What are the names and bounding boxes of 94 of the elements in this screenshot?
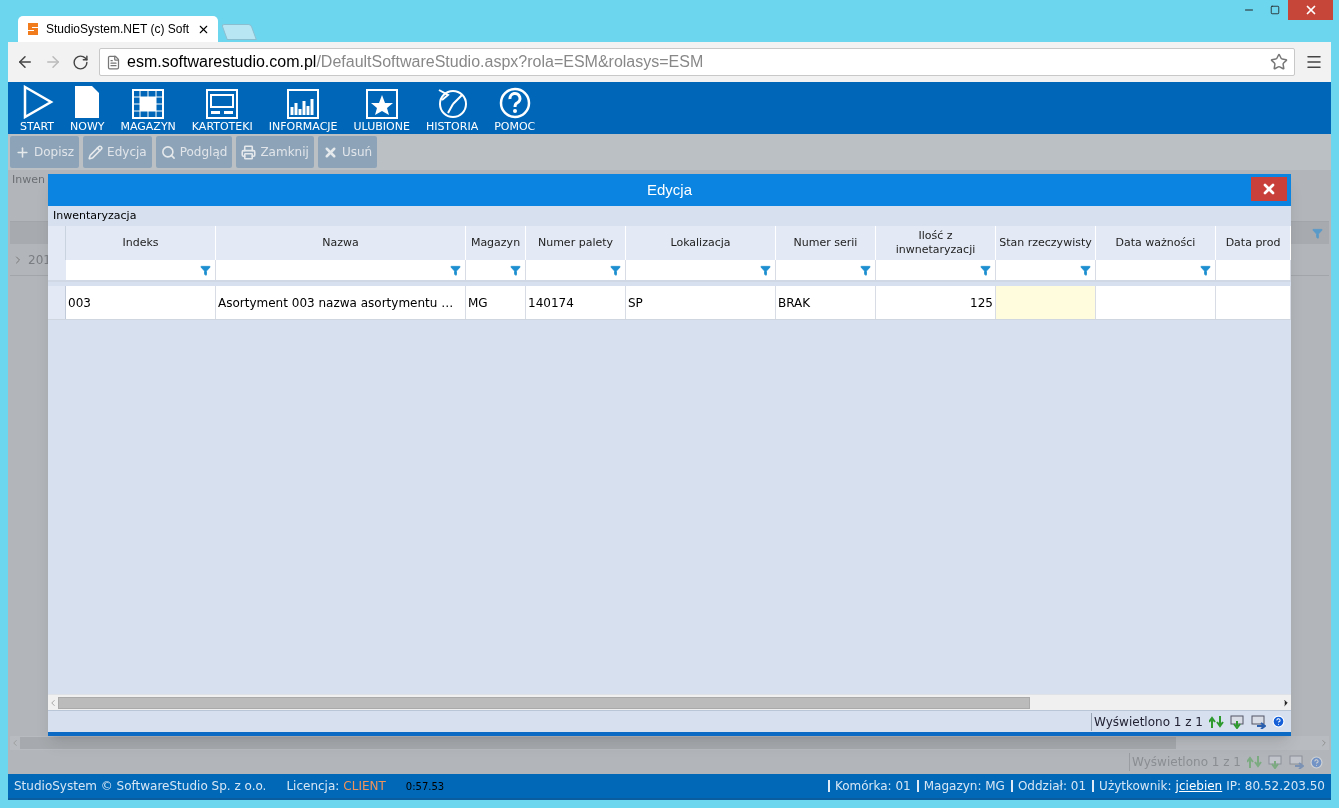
column-header[interactable]: Numer serii [776,226,876,260]
filter-icon[interactable] [760,264,771,276]
dialog-close-button[interactable] [1251,177,1287,201]
page-icon [106,54,121,70]
help-icon[interactable] [1272,715,1285,728]
menu-button[interactable]: START [14,84,60,134]
menu-button[interactable]: HISTORIA [419,84,485,134]
filter-field[interactable] [1216,260,1291,280]
menu-button[interactable]: POMOC [488,84,542,134]
dialog-title: Edycja [647,179,692,200]
filter-icon[interactable] [510,264,521,276]
input-field[interactable] [996,286,1096,319]
filter-icon[interactable] [980,264,991,276]
filter-icon[interactable] [450,264,461,276]
grid-caption: Inwen [11,172,46,188]
user-label: Użytkownik: [1092,780,1172,792]
column-header[interactable]: Magazyn [466,226,526,260]
filter-icon[interactable] [200,264,211,276]
status-item: Magazyn: MG [916,780,1005,792]
back-icon[interactable] [16,53,34,71]
table-cell: 140174 [526,286,626,319]
filter-icon[interactable] [1080,264,1091,276]
table-cell: 003 [66,286,216,319]
license-label: Licencja: [286,778,340,795]
page-icon [74,85,101,119]
logo-icon [26,21,40,37]
column-header[interactable]: Data prod [1216,226,1291,260]
ip-text: IP: 80.52.203.50 [1226,778,1325,795]
column-header[interactable]: Lokalizacja [626,226,776,260]
horizontal-scrollbar[interactable] [48,694,1291,710]
filter-field[interactable] [216,260,466,280]
license-value: CLIENT [343,778,386,795]
close-icon [1261,181,1277,197]
bookmark-star-icon[interactable] [1270,53,1288,71]
window-close-button[interactable] [1288,0,1333,20]
bar-chart-icon [287,89,320,119]
user-link[interactable]: jciebien [1175,777,1223,795]
search-icon [160,144,176,160]
scroll-right-icon[interactable] [1281,697,1291,708]
record-count: Wyświetlono 1 z 1 [1091,712,1203,731]
star-window-icon [365,89,398,119]
filter-field[interactable] [996,260,1096,280]
reload-icon[interactable] [72,53,89,71]
window-icon [206,89,239,119]
maximize-icon [1270,5,1280,15]
export-down-icon[interactable] [1268,755,1283,769]
filter-field[interactable] [776,260,876,280]
filter-field[interactable] [1096,260,1216,280]
help-icon [498,87,531,119]
new-tab-button[interactable] [221,24,257,40]
export-down-icon[interactable] [1230,714,1245,729]
status-item: Komórka: 01 [827,780,911,792]
browser-tab[interactable]: StudioSystem.NET (c) Soft [18,16,218,42]
table-cell: MG [466,286,526,319]
tab-title: StudioSystem.NET (c) Soft [46,21,191,38]
column-header[interactable]: Indeks [66,226,216,260]
pencil-icon [88,144,104,160]
filter-icon[interactable] [610,264,621,276]
column-header[interactable]: Ilość z inwnetaryzacji [876,226,996,260]
filter-field[interactable] [526,260,626,280]
url-text: esm.softwarestudio.com.pl/DefaultSoftwareStudio.aspx?rola=ESM&rolasys=ESM [127,52,705,72]
filter-field[interactable] [626,260,776,280]
forward-icon[interactable] [44,53,62,71]
filter-field[interactable] [66,260,216,280]
column-header[interactable]: Nazwa [216,226,466,260]
table-cell: 125 [876,286,996,319]
grid-icon [132,89,165,119]
column-header[interactable]: Stan rzeczywisty [996,226,1096,260]
column-header[interactable]: Numer palety [526,226,626,260]
table-cell: Asortyment 003 nazwa asortymentu … [216,286,466,319]
grid-caption: Inwentaryzacja [52,208,138,224]
menu-button[interactable]: NOWY [64,84,111,134]
table-cell-text: 201 [28,251,51,269]
menu-button[interactable]: KARTOTEKI [185,84,259,134]
filter-icon[interactable] [860,264,871,276]
menu-button[interactable]: ULUBIONE [347,84,416,134]
refresh-arrows-icon[interactable] [1209,714,1224,729]
filter-icon[interactable] [1200,264,1211,276]
scroll-left-icon[interactable] [48,697,58,708]
table-cell: SP [626,286,776,319]
session-timer: 0:57.53 [405,779,445,794]
address-field[interactable]: esm.softwarestudio.com.pl/DefaultSoftwareStudio.aspx?rola=ESM&rolasys=ESM [99,48,1295,76]
printer-icon [241,144,257,160]
company-text: StudioSystem © SoftwareStudio Sp. z o.o. [14,778,267,795]
table-cell: BRAK [776,286,876,319]
export-right-icon[interactable] [1251,714,1266,729]
menu-button[interactable]: MAGAZYN [114,84,182,134]
plus-icon [15,144,30,160]
menu-button[interactable]: INFORMACJE [262,84,344,134]
filter-field[interactable] [876,260,996,280]
filter-field[interactable] [466,260,526,280]
status-item: Oddział: 01 [1010,780,1087,792]
column-header[interactable]: Data ważności [1096,226,1216,260]
menu-icon[interactable] [1305,53,1323,71]
